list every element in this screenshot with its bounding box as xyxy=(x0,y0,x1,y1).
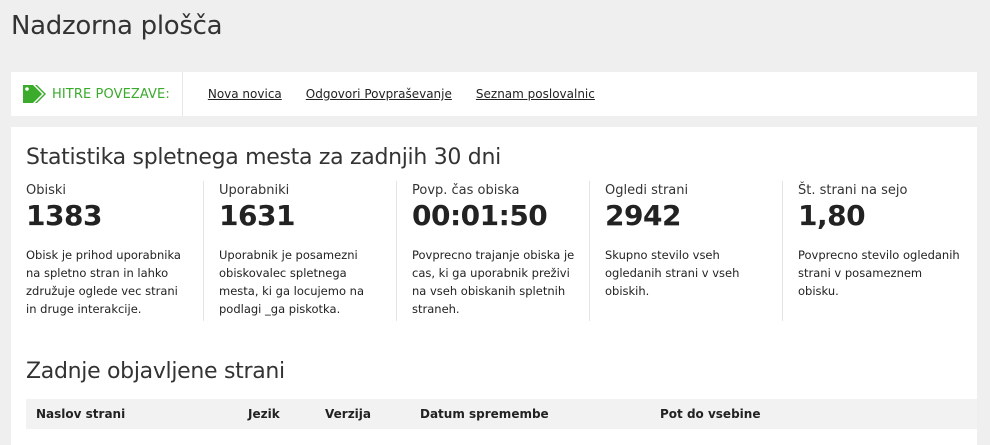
recent-pages-table-header: Naslov strani Jezik Verzija Datum spreme… xyxy=(26,399,977,429)
stat-pageviews: Ogledi strani 2942 Skupno stevilo vseh o… xyxy=(590,181,783,321)
stat-label: Ogledi strani xyxy=(605,183,689,198)
link-seznam-poslovalnic[interactable]: Seznam poslovalnic xyxy=(476,87,595,101)
stat-avg-duration: Povp. čas obiska 00:01:50 Povprecno traj… xyxy=(397,181,590,321)
stat-visits: Obiski 1383 Obisk je prihod uporabnika n… xyxy=(11,181,204,321)
stat-description: Povprecno stevilo ogledanih strani v pos… xyxy=(798,248,960,298)
link-nova-novica[interactable]: Nova novica xyxy=(208,87,282,101)
stat-description: Uporabnik je posamezni obiskovalec splet… xyxy=(219,248,364,316)
column-header-language[interactable]: Jezik xyxy=(248,407,280,421)
column-header-content-path[interactable]: Pot do vsebine xyxy=(660,407,760,421)
stat-label: Št. strani na sejo xyxy=(798,183,908,198)
stat-label: Obiski xyxy=(26,183,67,198)
recent-pages-title: Zadnje objavljene strani xyxy=(26,359,285,384)
stat-label: Povp. čas obiska xyxy=(412,183,520,198)
stats-row: Obiski 1383 Obisk je prihod uporabnika n… xyxy=(11,181,977,321)
stat-value: 2942 xyxy=(605,199,681,232)
stat-pages-per-session: Št. strani na sejo 1,80 Povprecno stevil… xyxy=(783,181,976,321)
link-odgovori-povprasevanje[interactable]: Odgovori Povpraševanje xyxy=(306,87,452,101)
stat-label: Uporabniki xyxy=(219,183,290,198)
tag-icon xyxy=(22,83,48,105)
quick-links-label-group: HITRE POVEZAVE: xyxy=(11,72,183,116)
stat-value: 1631 xyxy=(219,199,295,232)
stat-value: 1383 xyxy=(26,199,102,232)
column-header-title[interactable]: Naslov strani xyxy=(36,407,125,421)
stat-description: Skupno stevilo vseh ogledanih strani v v… xyxy=(605,248,740,298)
stats-title: Statistika spletnega mesta za zadnjih 30… xyxy=(26,145,501,170)
column-header-modified-date[interactable]: Datum spremembe xyxy=(420,407,549,421)
stat-description: Obisk je prihod uporabnika na spletno st… xyxy=(26,248,181,316)
stat-users: Uporabniki 1631 Uporabnik je posamezni o… xyxy=(204,181,397,321)
dashboard-card: Statistika spletnega mesta za zadnjih 30… xyxy=(11,127,977,445)
stat-description: Povprecno trajanje obiska je cas, ki ga … xyxy=(412,248,575,316)
stat-value: 1,80 xyxy=(798,199,866,232)
stat-value: 00:01:50 xyxy=(412,199,548,232)
page-title: Nadzorna plošča xyxy=(11,11,223,41)
quick-links-label: HITRE POVEZAVE: xyxy=(52,86,170,102)
quick-links-list: Nova novica Odgovori Povpraševanje Sezna… xyxy=(183,87,619,101)
quick-links-bar: HITRE POVEZAVE: Nova novica Odgovori Pov… xyxy=(11,72,977,116)
column-header-version[interactable]: Verzija xyxy=(325,407,371,421)
